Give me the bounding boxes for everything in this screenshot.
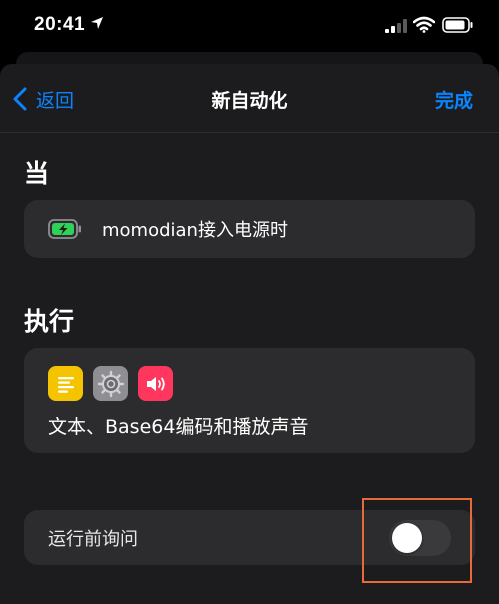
navigation-bar: 返回 新自动化 完成: [0, 64, 499, 132]
battery-charging-icon: [48, 219, 81, 239]
action-text: 文本、Base64编码和播放声音: [48, 416, 309, 438]
text-app-icon: [48, 366, 83, 401]
speaker-sound-icon: [138, 366, 173, 401]
highlight-annotation-box: [362, 498, 472, 583]
action-card[interactable]: 文本、Base64编码和播放声音: [24, 348, 475, 453]
wifi-icon: [413, 16, 435, 33]
trigger-text: momodian接入电源时: [102, 220, 288, 241]
battery-icon: [442, 17, 473, 33]
when-heading: 当: [24, 159, 50, 188]
navbar-divider: [0, 132, 499, 133]
cellular-signal-icon: [385, 19, 407, 33]
done-button[interactable]: 完成: [435, 86, 473, 113]
trigger-card[interactable]: momodian接入电源时: [24, 200, 475, 258]
settings-gear-icon: [93, 366, 128, 401]
status-bar: 20:41: [0, 0, 499, 52]
action-app-icons: [48, 366, 173, 401]
location-arrow-icon: [91, 17, 103, 29]
do-heading: 执行: [24, 307, 75, 336]
status-time: 20:41: [34, 14, 86, 35]
ask-before-running-label: 运行前询问: [48, 528, 138, 550]
page-title: 新自动化: [211, 90, 288, 112]
